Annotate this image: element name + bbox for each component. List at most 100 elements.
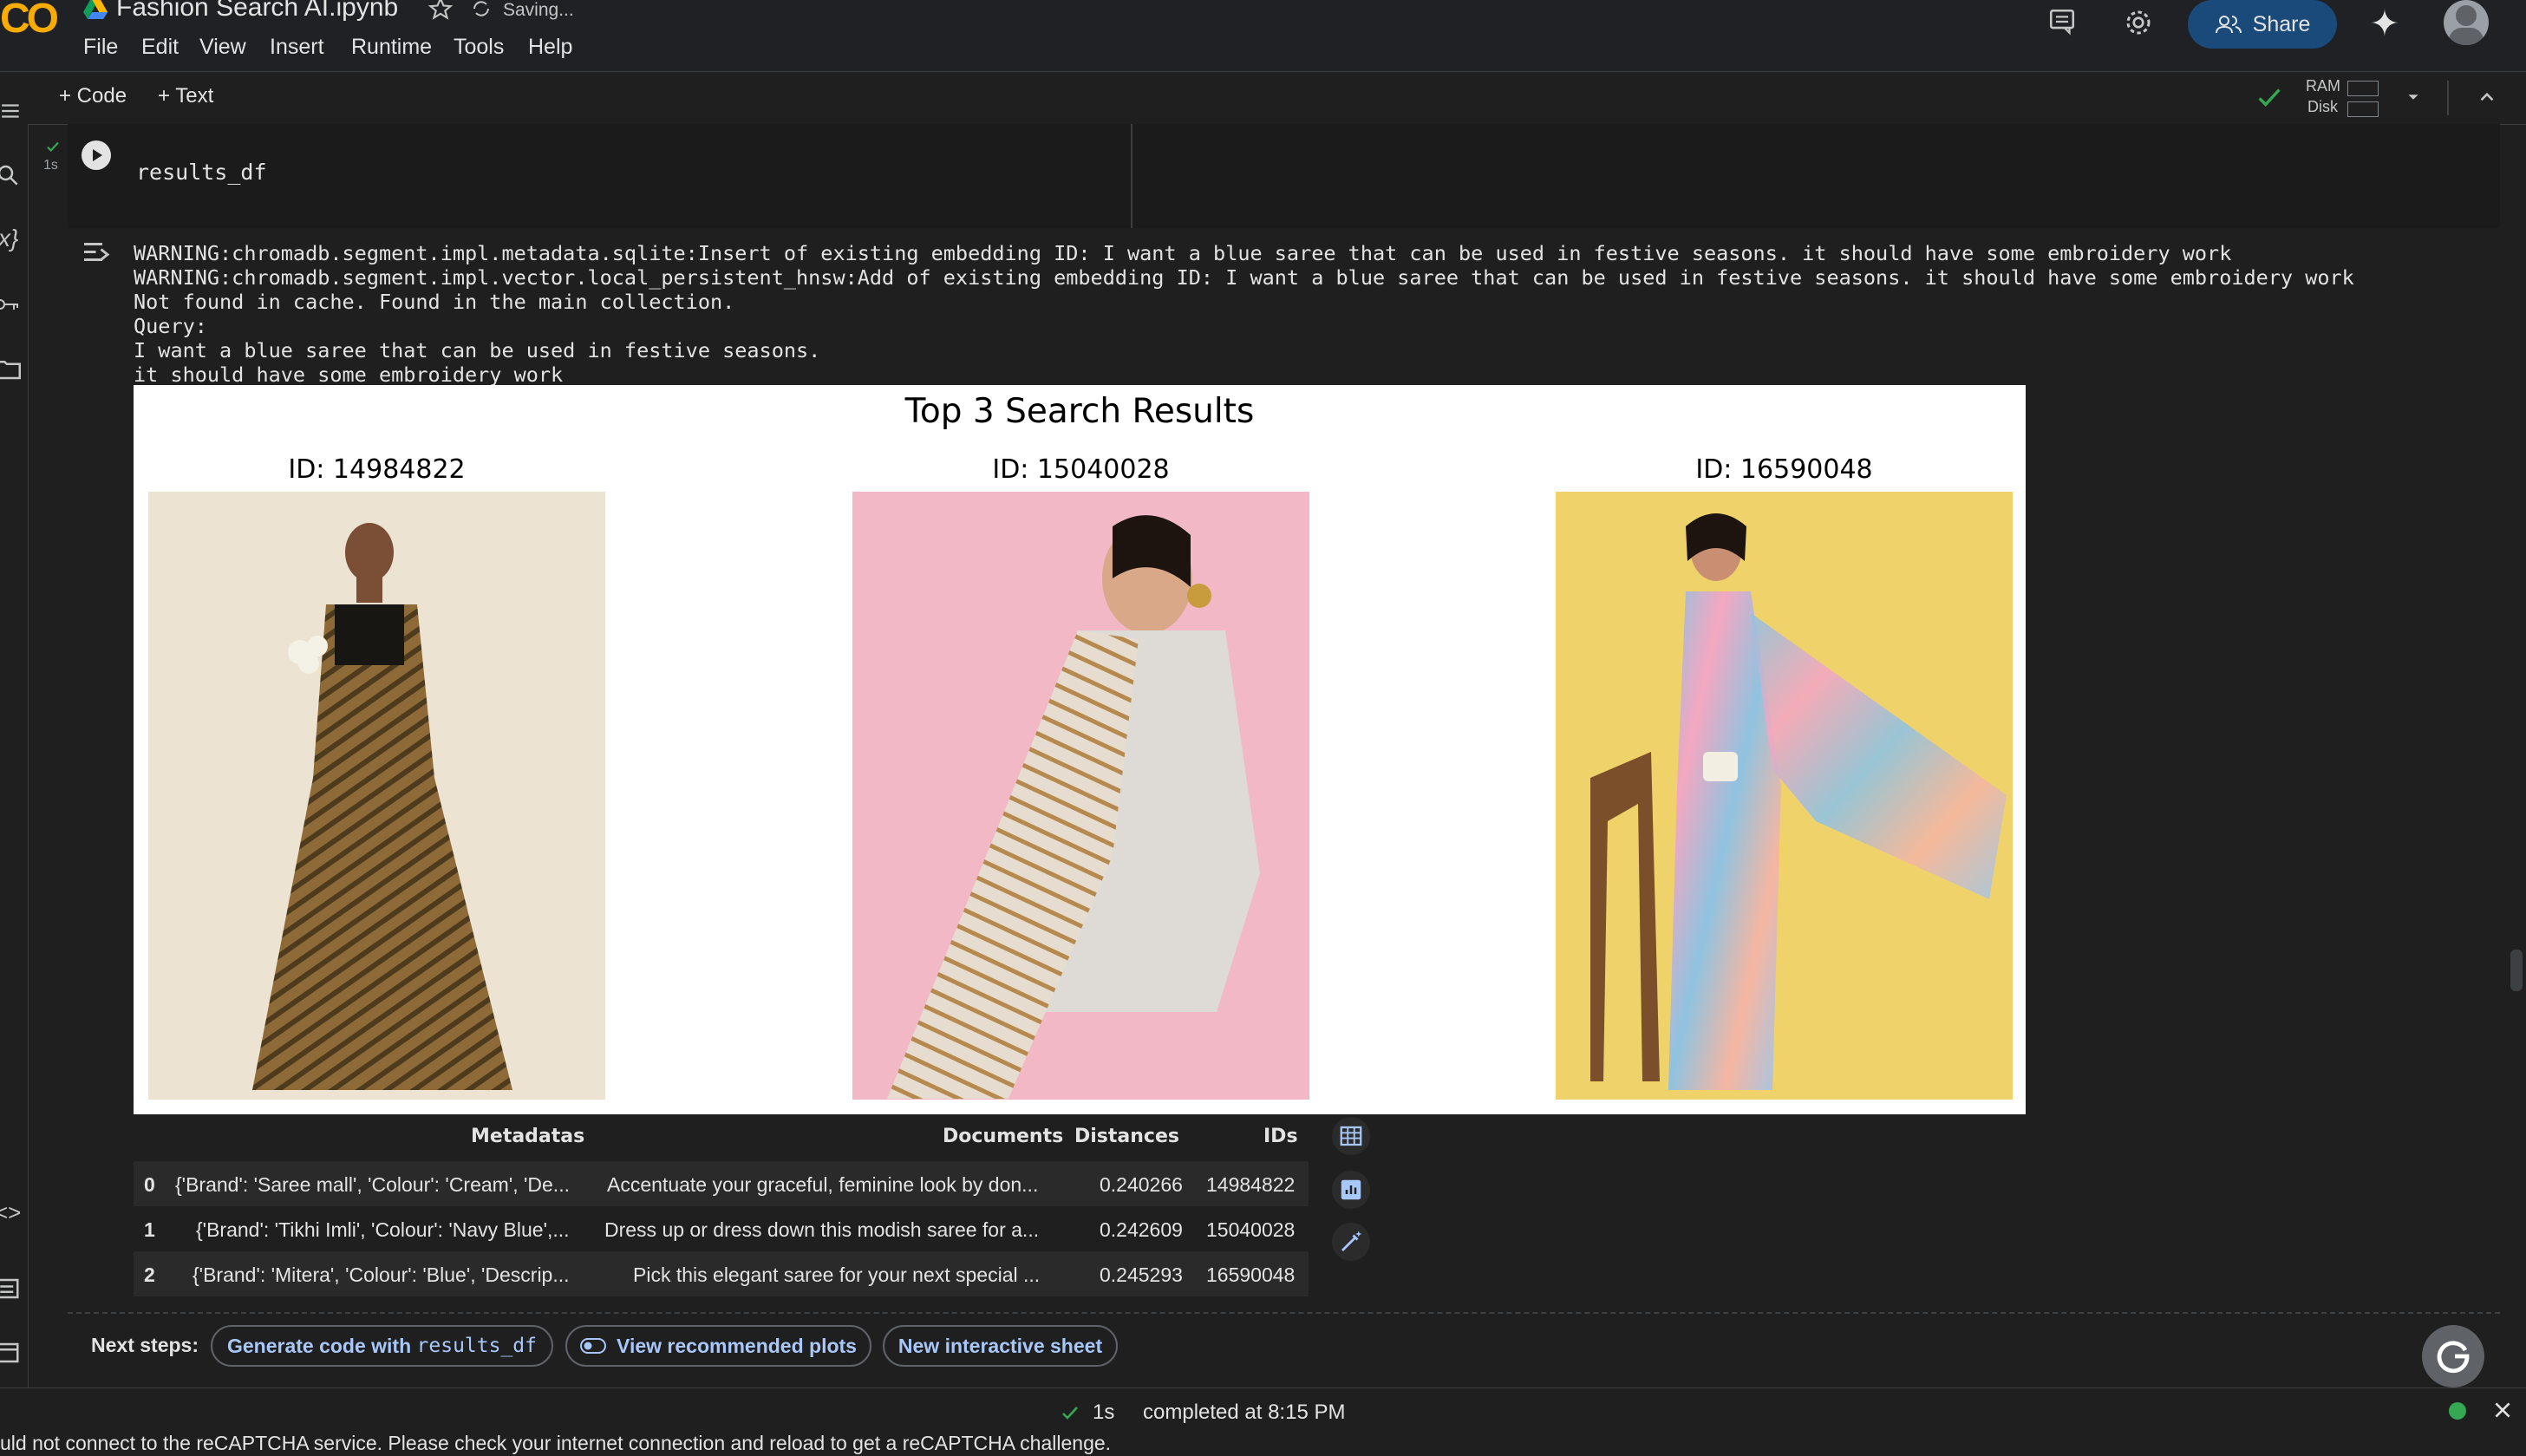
generate-code-button[interactable] xyxy=(1332,1223,1370,1261)
resources-widget[interactable]: RAM Disk xyxy=(2302,77,2379,119)
people-icon xyxy=(2215,14,2242,35)
add-text-button[interactable]: + Text xyxy=(158,84,213,108)
disk-label: Disk xyxy=(2307,98,2338,115)
output-line: Not found in cache. Found in the main co… xyxy=(134,290,735,314)
assistant-button[interactable] xyxy=(2422,1325,2484,1387)
recaptcha-warning: uld not connect to the reCAPTCHA service… xyxy=(0,1432,1112,1454)
generate-code-chip[interactable]: Generate code with results_df xyxy=(211,1325,553,1367)
gemini-icon[interactable] xyxy=(2367,5,2402,40)
menu-runtime[interactable]: Runtime xyxy=(351,35,432,60)
menu-tools[interactable]: Tools xyxy=(454,35,504,60)
row-index: 0 xyxy=(144,1173,155,1196)
document-cell: Pick this elegant saree for your next sp… xyxy=(633,1263,1041,1286)
metadata-cell: {'Brand': 'Mitera', 'Colour': 'Blue', 'D… xyxy=(193,1263,570,1286)
chip-text: Generate code with xyxy=(226,1334,417,1357)
cell-exec-time: 1s xyxy=(43,158,58,173)
column-header: Documents xyxy=(943,1126,1064,1147)
output-options-icon[interactable] xyxy=(82,239,113,267)
cell-separator xyxy=(68,1312,2500,1314)
metadata-cell: {'Brand': 'Saree mall', 'Colour': 'Cream… xyxy=(175,1173,570,1196)
run-cell-button[interactable] xyxy=(82,140,111,170)
output-line: WARNING:chromadb.segment.impl.vector.loc… xyxy=(134,265,2354,290)
id-cell: 16590048 xyxy=(1206,1263,1296,1286)
output-line: I want a blue saree that can be used in … xyxy=(134,338,821,362)
figure-title: Top 3 Search Results xyxy=(904,392,1255,431)
result-id-label: ID: 15040028 xyxy=(992,454,1170,485)
colab-logo[interactable]: CO xyxy=(0,0,59,42)
results-figure: Top 3 Search Results ID: 14984822 ID: 15… xyxy=(134,385,2026,1114)
table-row: 2 {'Brand': 'Mitera', 'Colour': 'Blue', … xyxy=(134,1251,1309,1296)
cell-status-check-icon xyxy=(45,139,61,154)
avatar[interactable] xyxy=(2444,0,2489,45)
new-interactive-sheet-chip[interactable]: New interactive sheet xyxy=(883,1325,1118,1367)
folder-icon[interactable] xyxy=(0,358,21,381)
table-row: 1 {'Brand': 'Tikhi Imli', 'Colour': 'Nav… xyxy=(134,1206,1309,1251)
menu-file[interactable]: File xyxy=(83,35,118,60)
comments-icon[interactable] xyxy=(2046,7,2078,36)
notebook-toolbar: + Code + Text RAM Disk xyxy=(0,72,2526,125)
code-cell[interactable] xyxy=(68,124,2500,228)
chart-icon xyxy=(1341,1179,1361,1200)
sync-icon xyxy=(471,0,492,19)
chevron-up-icon[interactable] xyxy=(2476,86,2498,108)
column-header: Distances xyxy=(1074,1126,1179,1147)
close-icon[interactable] xyxy=(2491,1399,2514,1421)
star-icon[interactable] xyxy=(428,0,453,21)
result-id-label: ID: 14984822 xyxy=(288,454,466,485)
menu-help[interactable]: Help xyxy=(528,35,572,60)
menu-edit[interactable]: Edit xyxy=(141,35,179,60)
search-icon[interactable] xyxy=(0,162,21,188)
suggest-charts-button[interactable] xyxy=(1332,1171,1370,1209)
play-icon xyxy=(93,149,102,161)
status-bar: 1s completed at 8:15 PM uld not connect … xyxy=(0,1387,2526,1456)
chevron-down-icon[interactable] xyxy=(2404,88,2423,107)
menu-view[interactable]: View xyxy=(199,35,246,60)
magic-wand-icon xyxy=(1341,1231,1362,1251)
ram-bar xyxy=(2347,81,2379,96)
code-snippets-icon[interactable]: <> xyxy=(0,1199,21,1226)
terminal-icon[interactable] xyxy=(0,1342,21,1364)
status-duration: 1s xyxy=(1093,1401,1115,1424)
status-completed: completed at 8:15 PM xyxy=(1143,1401,1346,1424)
left-rail: x} <> xyxy=(0,104,29,1390)
gear-icon[interactable] xyxy=(2123,7,2154,38)
view-plots-chip[interactable]: View recommended plots xyxy=(565,1325,871,1367)
output-line: WARNING:chromadb.segment.impl.metadata.s… xyxy=(134,241,2232,265)
row-index: 2 xyxy=(144,1263,155,1286)
next-steps-label: Next steps: xyxy=(91,1334,199,1356)
share-label: Share xyxy=(2252,11,2311,36)
output-line: Query: xyxy=(134,314,207,338)
id-cell: 15040028 xyxy=(1206,1218,1296,1241)
top-bar: CO Fashion Search AI.ipynb Saving... Fil… xyxy=(0,0,2526,72)
notebook-title[interactable]: Fashion Search AI.ipynb xyxy=(116,0,398,23)
output-line: it should have some embroidery work xyxy=(134,362,564,387)
distance-cell: 0.245293 xyxy=(1100,1263,1183,1286)
toggle-icon xyxy=(580,1338,607,1354)
convert-to-table-button[interactable] xyxy=(1332,1117,1370,1155)
column-header: Metadatas xyxy=(471,1126,585,1147)
toc-icon[interactable] xyxy=(0,100,23,122)
table-icon xyxy=(1340,1126,1362,1146)
command-palette-icon[interactable] xyxy=(0,1277,21,1300)
id-cell: 14984822 xyxy=(1206,1173,1296,1196)
chip-code: results_df xyxy=(416,1335,538,1357)
key-icon[interactable] xyxy=(0,294,21,315)
distance-cell: 0.242609 xyxy=(1100,1218,1183,1241)
code-text[interactable]: results_df xyxy=(136,160,267,185)
chip-text: View recommended plots xyxy=(617,1334,857,1357)
add-code-button[interactable]: + Code xyxy=(59,84,127,108)
drive-icon xyxy=(83,0,108,19)
ram-label: RAM xyxy=(2306,77,2340,95)
result-image xyxy=(1556,492,2013,1100)
menu-insert[interactable]: Insert xyxy=(270,35,324,60)
document-cell: Dress up or dress down this modish saree… xyxy=(604,1218,1040,1241)
share-button[interactable]: Share xyxy=(2188,0,2337,49)
connected-check-icon xyxy=(2255,82,2284,112)
status-check-icon xyxy=(1060,1402,1080,1423)
column-header: IDs xyxy=(1263,1126,1298,1147)
variables-icon[interactable]: x} xyxy=(0,225,18,252)
result-id-label: ID: 16590048 xyxy=(1695,454,1873,485)
document-cell: Accentuate your graceful, feminine look … xyxy=(607,1173,1039,1196)
scrollbar-thumb[interactable] xyxy=(2510,950,2523,991)
grammarly-icon xyxy=(2437,1341,2470,1374)
